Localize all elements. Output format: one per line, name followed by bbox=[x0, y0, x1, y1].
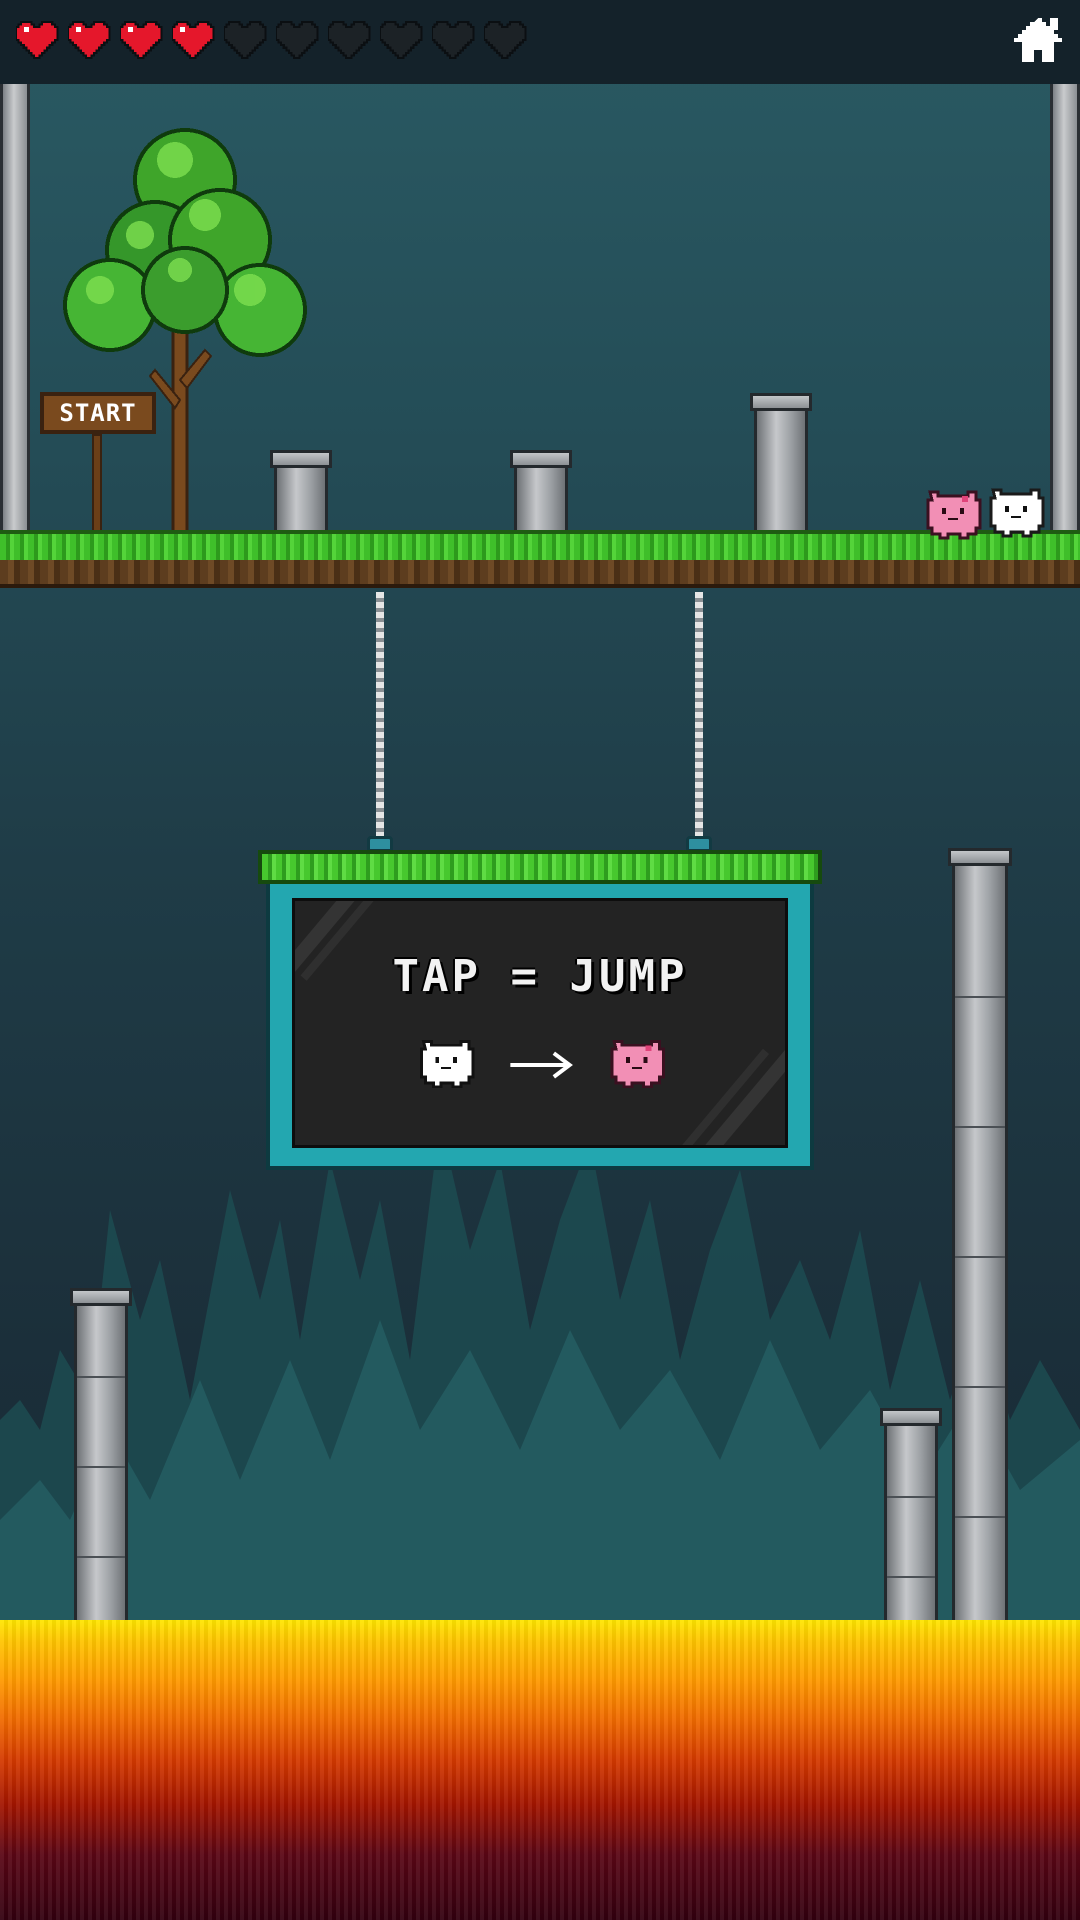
board-screen: TAP = JUMP bbox=[292, 898, 788, 1148]
lives-meter bbox=[16, 18, 528, 62]
sign-post bbox=[92, 434, 102, 534]
heart-empty-icon bbox=[432, 20, 475, 60]
board-frame: TAP = JUMP bbox=[266, 880, 814, 1170]
home-button[interactable] bbox=[1014, 14, 1066, 66]
white-cat-character bbox=[989, 488, 1045, 538]
pink-cat-icon bbox=[610, 1039, 665, 1089]
heart-full-icon bbox=[68, 20, 111, 60]
tutorial-demo bbox=[419, 1039, 665, 1089]
rope bbox=[376, 592, 384, 840]
lava bbox=[0, 1620, 1080, 1920]
heart-empty-icon bbox=[328, 20, 371, 60]
right-wall-pillar bbox=[1050, 84, 1080, 554]
heart-full-icon bbox=[172, 20, 215, 60]
pink-cat-character bbox=[926, 490, 982, 540]
arrow-right-icon bbox=[510, 1051, 573, 1079]
home-icon bbox=[1014, 18, 1062, 62]
grass-ground bbox=[0, 530, 1080, 590]
left-wall-pillar bbox=[0, 84, 30, 554]
heart-empty-icon bbox=[276, 20, 319, 60]
pillar bbox=[880, 1408, 942, 1628]
white-cat-icon bbox=[419, 1039, 475, 1089]
heart-full-icon bbox=[16, 20, 59, 60]
heart-empty-icon bbox=[224, 20, 267, 60]
heart-empty-icon bbox=[380, 20, 423, 60]
game-scene[interactable]: START TAP = JUMP bbox=[0, 0, 1080, 1920]
pillar bbox=[70, 1288, 132, 1628]
pillar bbox=[750, 393, 812, 546]
tutorial-board: TAP = JUMP bbox=[258, 850, 822, 1172]
board-grass-top bbox=[258, 850, 822, 884]
pillar bbox=[948, 848, 1012, 1628]
hud-bar bbox=[0, 0, 1080, 84]
heart-full-icon bbox=[120, 20, 163, 60]
heart-empty-icon bbox=[484, 20, 527, 60]
tutorial-title: TAP = JUMP bbox=[392, 951, 688, 1002]
rope bbox=[695, 592, 703, 840]
start-sign: START bbox=[40, 392, 156, 434]
